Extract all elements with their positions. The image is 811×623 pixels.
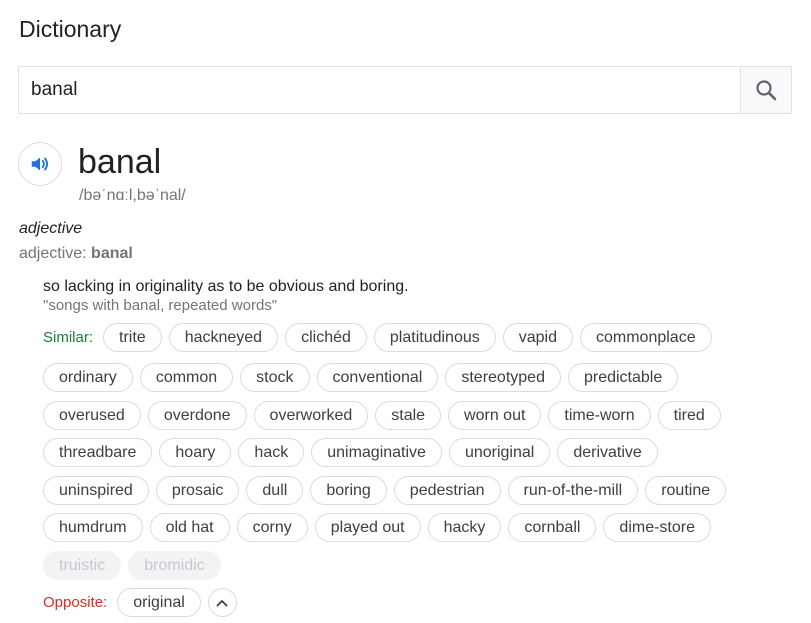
synonym-chip[interactable]: stereotyped [445, 363, 561, 392]
similar-row: ordinary common stock conventional stere… [43, 363, 679, 392]
synonym-chip[interactable]: unoriginal [448, 438, 551, 467]
definition: so lacking in originality as to be obvio… [43, 278, 409, 295]
synonym-chip[interactable]: humdrum [43, 513, 143, 542]
synonym-chip[interactable]: overworked [253, 401, 369, 430]
page-title: Dictionary [19, 16, 122, 42]
similar-row: overused overdone overworked stale worn … [43, 401, 721, 430]
synonym-chip[interactable]: ordinary [43, 363, 133, 392]
synonym-chip[interactable]: routine [645, 476, 727, 505]
example-sentence: "songs with banal, repeated words" [43, 297, 278, 314]
part-of-speech: adjective [19, 220, 83, 237]
similar-label: Similar: [43, 329, 94, 346]
synonym-chip[interactable]: tired [657, 401, 721, 430]
synonym-chip[interactable]: common [139, 363, 234, 392]
synonym-chip[interactable]: prosaic [155, 476, 240, 505]
similar-row-faded: truistic bromidic [43, 551, 221, 580]
synonym-chip[interactable]: hack [238, 438, 305, 467]
synonym-chip[interactable]: stale [375, 401, 442, 430]
synonym-chip[interactable]: stock [240, 363, 310, 392]
headword: banal [78, 143, 162, 181]
search-button[interactable] [740, 67, 791, 113]
similar-row: uninspired prosaic dull boring pedestria… [43, 476, 727, 505]
search-icon [756, 80, 777, 101]
search-input[interactable] [19, 67, 741, 113]
synonym-chip[interactable]: unimaginative [311, 438, 442, 467]
opposite-row: Opposite: original [43, 588, 237, 617]
synonym-chip[interactable]: predictable [567, 363, 679, 392]
synonym-chip[interactable]: commonplace [579, 323, 712, 352]
speaker-icon [31, 157, 49, 171]
synonym-chip[interactable]: time-worn [548, 401, 651, 430]
word-form-word: banal [91, 245, 133, 262]
synonym-chip[interactable]: old hat [149, 513, 230, 542]
similar-row: threadbare hoary hack unimaginative unor… [43, 438, 658, 467]
synonym-chip-faded[interactable]: bromidic [128, 551, 221, 580]
synonym-chip[interactable]: threadbare [43, 438, 153, 467]
synonym-chip[interactable]: hackneyed [168, 323, 279, 352]
synonym-chip[interactable]: run-of-the-mill [507, 476, 639, 505]
synonym-chip[interactable]: dime-store [603, 513, 711, 542]
word-form-label: adjective: [19, 245, 92, 262]
chevron-up-icon [216, 599, 228, 606]
synonym-chip[interactable]: conventional [316, 363, 439, 392]
collapse-button[interactable] [207, 588, 237, 617]
synonym-chip[interactable]: corny [236, 513, 308, 542]
antonym-chip[interactable]: original [117, 588, 201, 617]
synonym-chip[interactable]: overdone [147, 401, 247, 430]
pronunciation-button[interactable] [18, 142, 62, 186]
synonym-chip[interactable]: hacky [427, 513, 502, 542]
synonym-chip[interactable]: overused [43, 401, 141, 430]
synonym-chip[interactable]: uninspired [43, 476, 149, 505]
synonym-chip[interactable]: trite [103, 323, 162, 352]
synonym-chip[interactable]: dull [246, 476, 304, 505]
phonetic-text: /bəˈnɑːl,bəˈnal/ [79, 187, 186, 204]
synonym-chip[interactable]: platitudinous [373, 323, 496, 352]
similar-row: Similar: trite hackneyed clichéd platitu… [43, 323, 712, 352]
similar-row: humdrum old hat corny played out hacky c… [43, 513, 711, 542]
synonym-chip[interactable]: boring [310, 476, 387, 505]
synonym-chip[interactable]: derivative [557, 438, 658, 467]
synonym-chip-faded[interactable]: truistic [43, 551, 122, 580]
synonym-chip[interactable]: cornball [508, 513, 597, 542]
synonym-chip[interactable]: vapid [502, 323, 573, 352]
synonym-chip[interactable]: worn out [448, 401, 542, 430]
search-box [18, 66, 792, 114]
word-form: adjective: banal [19, 245, 133, 263]
opposite-label: Opposite: [43, 594, 108, 611]
synonym-chip[interactable]: pedestrian [393, 476, 501, 505]
synonym-chip[interactable]: played out [314, 513, 421, 542]
synonym-chip[interactable]: hoary [159, 438, 232, 467]
synonym-chip[interactable]: clichéd [285, 323, 367, 352]
